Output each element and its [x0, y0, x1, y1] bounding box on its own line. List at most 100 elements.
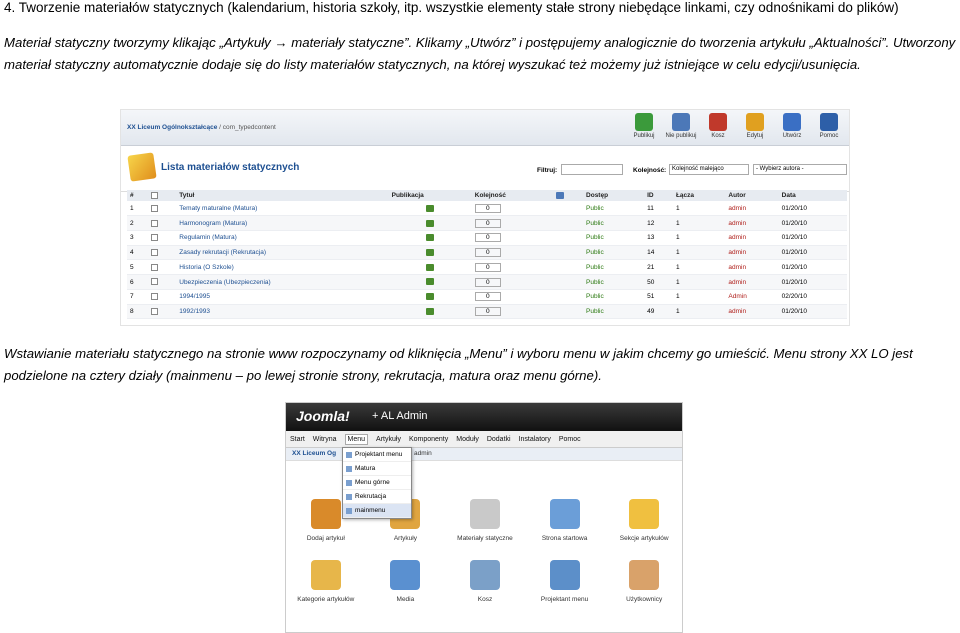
quick-icon[interactable]: Sekcje artykułów [604, 499, 682, 542]
table-row: 3 Regulamin (Matura) 0 Public 13 1 admin 01/20/… [127, 230, 847, 246]
cell-author-text[interactable]: admin [728, 220, 746, 227]
filter-input[interactable] [561, 164, 623, 175]
menu-dropdown-item[interactable]: Matura [343, 462, 411, 476]
order-input[interactable]: 0 [474, 203, 501, 213]
toolbar-button-kosz[interactable]: Kosz [702, 113, 734, 139]
published-icon[interactable] [426, 204, 435, 212]
published-icon[interactable] [426, 263, 435, 271]
cell-author: admin [725, 304, 779, 320]
row-checkbox[interactable] [150, 278, 158, 286]
column-header [552, 190, 584, 202]
row-checkbox[interactable] [150, 293, 158, 301]
cell-id-text: 49 [647, 307, 655, 315]
row-checkbox[interactable] [150, 204, 158, 212]
cell-order: 0 [471, 201, 553, 217]
nav-item-witryna[interactable]: Witryna [313, 436, 337, 443]
row-checkbox[interactable] [150, 263, 158, 271]
row-checkbox[interactable] [150, 234, 158, 242]
cell-title-text[interactable]: Harmonogram (Matura) [179, 220, 247, 227]
cell-title-text[interactable]: Historia (O Szkole) [179, 264, 234, 271]
column-header: Kolejność [471, 190, 553, 202]
published-icon[interactable] [426, 234, 435, 242]
cell-access-text[interactable]: Public [586, 220, 604, 227]
cell-author-text[interactable]: admin [728, 279, 746, 286]
nav-item-moduły[interactable]: Moduły [456, 436, 479, 443]
row-checkbox[interactable] [150, 219, 158, 227]
nav-item-instalatory[interactable]: Instalatory [519, 436, 551, 443]
quick-icon[interactable]: Strona startowa [525, 499, 605, 542]
published-icon[interactable] [426, 249, 435, 257]
cell-n: 3 [127, 230, 148, 246]
nav-item-komponenty[interactable]: Komponenty [409, 436, 448, 443]
toolbar-button-pomoc[interactable]: Pomoc [813, 113, 845, 139]
help-icon [820, 113, 838, 131]
cell-title-text[interactable]: 1992/1993 [179, 308, 210, 315]
order-input[interactable]: 0 [474, 218, 501, 228]
published-icon[interactable] [426, 293, 435, 301]
order-input[interactable]: 0 [474, 306, 501, 316]
toolbar-button-publikuj[interactable]: Publikuj [628, 113, 660, 139]
quick-icon-image [469, 560, 500, 590]
cell-date: 02/20/10 [778, 289, 847, 305]
toolbar-button-edytuj[interactable]: Edytuj [739, 113, 771, 139]
nav-item-start[interactable]: Start [290, 436, 305, 443]
order-select[interactable]: Kolejność malejąco [669, 164, 749, 175]
cell-author-text[interactable]: admin [728, 205, 746, 212]
quick-icon[interactable]: Projektant menu [525, 560, 605, 603]
cell-n: 7 [127, 289, 148, 305]
select-all-checkbox[interactable] [150, 192, 158, 199]
toolbar-button-nie-publikuj[interactable]: Nie publikuj [665, 113, 697, 139]
nav-item-artykuły[interactable]: Artykuły [376, 436, 401, 443]
cell-title-text[interactable]: Regulamin (Matura) [179, 234, 236, 241]
quick-icon[interactable]: Media [366, 560, 446, 603]
order-input[interactable]: 0 [474, 233, 501, 243]
menu-dropdown-item[interactable]: Rekrutacja [343, 490, 411, 504]
published-icon[interactable] [426, 278, 435, 286]
cell-access-text[interactable]: Public [586, 264, 604, 271]
cell-pub [388, 215, 472, 232]
row-checkbox[interactable] [150, 249, 158, 257]
nav-item-pomoc[interactable]: Pomoc [559, 436, 581, 443]
cell-date: 01/20/10 [778, 274, 847, 290]
cell-title: Tematy maturalne (Matura) [176, 201, 389, 217]
quick-icon[interactable]: Kosz [445, 560, 525, 603]
cell-access: Public [583, 245, 645, 261]
toolbar-button-utwórz[interactable]: Utwórz [776, 113, 808, 139]
nav-item-menu[interactable]: Menu [344, 433, 369, 445]
nav-item-dodatki[interactable]: Dodatki [487, 436, 511, 443]
cell-title-text[interactable]: 1994/1995 [179, 293, 210, 300]
cell-n-text: 8 [130, 307, 134, 315]
quick-icon[interactable]: Użytkownicy [604, 560, 682, 603]
cell-title-text[interactable]: Ubezpieczenia (Ubezpieczenia) [179, 279, 270, 286]
cell-author-text[interactable]: admin [728, 249, 746, 256]
cell-access-text[interactable]: Public [586, 293, 604, 300]
cell-access-text[interactable]: Public [586, 308, 604, 315]
quick-icon[interactable]: Materiały statyczne [445, 499, 525, 542]
order-input[interactable]: 0 [474, 262, 501, 272]
cell-author-text[interactable]: admin [728, 308, 746, 315]
quick-icon-label: Kosz [477, 596, 493, 603]
cell-author-text[interactable]: admin [728, 234, 746, 241]
cell-author-text[interactable]: admin [728, 264, 746, 271]
cell-title-text[interactable]: Tematy maturalne (Matura) [179, 205, 257, 212]
published-icon[interactable] [426, 219, 435, 227]
cell-title-text[interactable]: Zasady rekrutacji (Rekrutacja) [179, 249, 266, 256]
menu-dropdown-item[interactable]: mainmenu [343, 504, 411, 518]
author-select[interactable]: - Wybierz autora - [753, 164, 847, 175]
save-order-icon[interactable] [555, 192, 564, 199]
menu-dropdown-item[interactable]: Projektant menu [343, 448, 411, 462]
cell-access-text[interactable]: Public [586, 279, 604, 286]
cell-access: Public [583, 215, 645, 232]
row-checkbox[interactable] [150, 307, 158, 315]
published-icon[interactable] [426, 307, 435, 315]
cell-author-text[interactable]: Admin [728, 293, 746, 300]
menu-dropdown-item[interactable]: Menu górne [343, 476, 411, 490]
cell-access-text[interactable]: Public [586, 234, 604, 241]
cell-access-text[interactable]: Public [586, 249, 604, 256]
order-input[interactable]: 0 [474, 277, 501, 287]
order-input[interactable]: 0 [474, 292, 501, 302]
cell-access-text[interactable]: Public [586, 205, 604, 212]
cell-author: admin [725, 245, 779, 261]
order-input[interactable]: 0 [474, 248, 501, 258]
quick-icon[interactable]: Kategorie artykułów [286, 560, 366, 603]
